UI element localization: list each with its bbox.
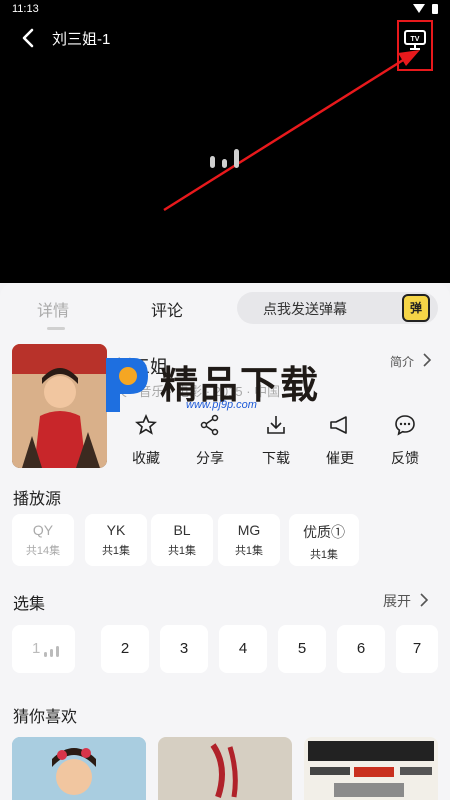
tab-comment[interactable]: 评论 bbox=[151, 297, 183, 321]
chevron-right-icon bbox=[420, 593, 429, 607]
show-poster bbox=[12, 344, 107, 468]
download-icon bbox=[267, 416, 285, 434]
urge-update-button[interactable]: 催更 bbox=[320, 413, 360, 469]
source-count: 共1集 bbox=[101, 545, 131, 557]
source-card-qy[interactable]: QY 共14集 bbox=[12, 514, 74, 566]
detail-panel: 详情 评论 点我发送弹幕 弹 刘三姐 天 · 音乐 · 电影 · 2015 · … bbox=[0, 283, 450, 800]
episode-number: 1 bbox=[32, 640, 41, 657]
action-label: 收藏 bbox=[132, 450, 160, 466]
source-card-mg[interactable]: MG 共1集 bbox=[218, 514, 280, 566]
episode-button-4[interactable]: 4 bbox=[219, 625, 267, 673]
source-count: 共1集 bbox=[309, 549, 339, 561]
tab-indicator bbox=[47, 327, 65, 330]
source-count: 共1集 bbox=[234, 545, 264, 557]
megaphone-icon bbox=[330, 416, 347, 434]
share-button[interactable]: 分享 bbox=[190, 413, 230, 469]
episode-button-6[interactable]: 6 bbox=[337, 625, 385, 673]
source-count: 共1集 bbox=[167, 545, 197, 557]
chevron-right-icon bbox=[423, 353, 432, 367]
feedback-icon bbox=[395, 415, 415, 436]
intro-link[interactable]: 简介 bbox=[390, 353, 414, 370]
sources-title: 播放源 bbox=[13, 491, 62, 508]
playing-indicator-icon bbox=[42, 643, 60, 657]
danmu-placeholder: 点我发送弹幕 bbox=[263, 301, 347, 317]
recommend-card[interactable] bbox=[12, 737, 146, 800]
source-count: 共14集 bbox=[25, 545, 61, 557]
loading-indicator bbox=[208, 146, 242, 168]
recommend-card[interactable] bbox=[158, 737, 292, 800]
episode-button-3[interactable]: 3 bbox=[160, 625, 208, 673]
action-label: 分享 bbox=[196, 450, 224, 466]
episode-button-1[interactable]: 1 bbox=[12, 625, 75, 673]
action-label: 催更 bbox=[326, 450, 354, 466]
download-button[interactable]: 下载 bbox=[256, 413, 296, 469]
source-card-bl[interactable]: BL 共1集 bbox=[151, 514, 213, 566]
source-card-yk[interactable]: YK 共1集 bbox=[85, 514, 147, 566]
episodes-title: 选集 bbox=[13, 596, 46, 613]
source-name: MG bbox=[237, 522, 261, 538]
action-label: 反馈 bbox=[391, 450, 419, 466]
source-name: YK bbox=[106, 522, 126, 538]
star-icon bbox=[135, 413, 157, 435]
favorite-button[interactable]: 收藏 bbox=[126, 413, 166, 469]
episode-button-7[interactable]: 7 bbox=[396, 625, 438, 673]
share-icon bbox=[200, 414, 219, 436]
source-name: BL bbox=[173, 522, 191, 538]
annotation-arrow bbox=[163, 50, 420, 212]
recommend-card[interactable] bbox=[304, 737, 438, 800]
feedback-button[interactable]: 反馈 bbox=[385, 413, 425, 469]
action-label: 下载 bbox=[262, 450, 290, 466]
watermark-logo-icon bbox=[106, 358, 148, 412]
source-name: QY bbox=[32, 522, 54, 538]
source-card-premium[interactable]: 优质① 共1集 bbox=[289, 514, 359, 566]
danmu-icon[interactable]: 弹 bbox=[402, 294, 430, 322]
video-player[interactable]: 11:13 刘三姐-1 TV bbox=[0, 0, 450, 283]
recommend-title: 猜你喜欢 bbox=[13, 709, 78, 726]
episode-button-2[interactable]: 2 bbox=[101, 625, 149, 673]
danmu-input[interactable]: 点我发送弹幕 弹 bbox=[237, 292, 438, 324]
episode-button-5[interactable]: 5 bbox=[278, 625, 326, 673]
tab-detail[interactable]: 详情 bbox=[37, 297, 69, 321]
source-name: 优质① bbox=[303, 524, 345, 540]
expand-episodes-button[interactable]: 展开 bbox=[383, 591, 411, 611]
watermark-url: www.pj9p.com bbox=[186, 399, 257, 411]
